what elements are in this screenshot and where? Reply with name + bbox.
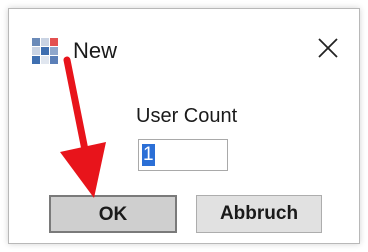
- title-bar: New: [9, 9, 359, 87]
- app-grid-icon: [31, 37, 59, 65]
- ok-button[interactable]: OK: [49, 195, 177, 233]
- dialog-body: User Count 1 OK Abbruch: [9, 87, 359, 243]
- dialog-window: New User Count 1 OK Abbruch: [8, 8, 360, 244]
- user-count-input[interactable]: 1: [138, 139, 228, 171]
- close-button[interactable]: [311, 33, 345, 67]
- close-icon: [316, 36, 340, 65]
- dialog-title: New: [73, 38, 118, 63]
- cancel-button[interactable]: Abbruch: [196, 195, 322, 233]
- user-count-label: User Count: [136, 105, 238, 127]
- user-count-value: 1: [142, 144, 155, 166]
